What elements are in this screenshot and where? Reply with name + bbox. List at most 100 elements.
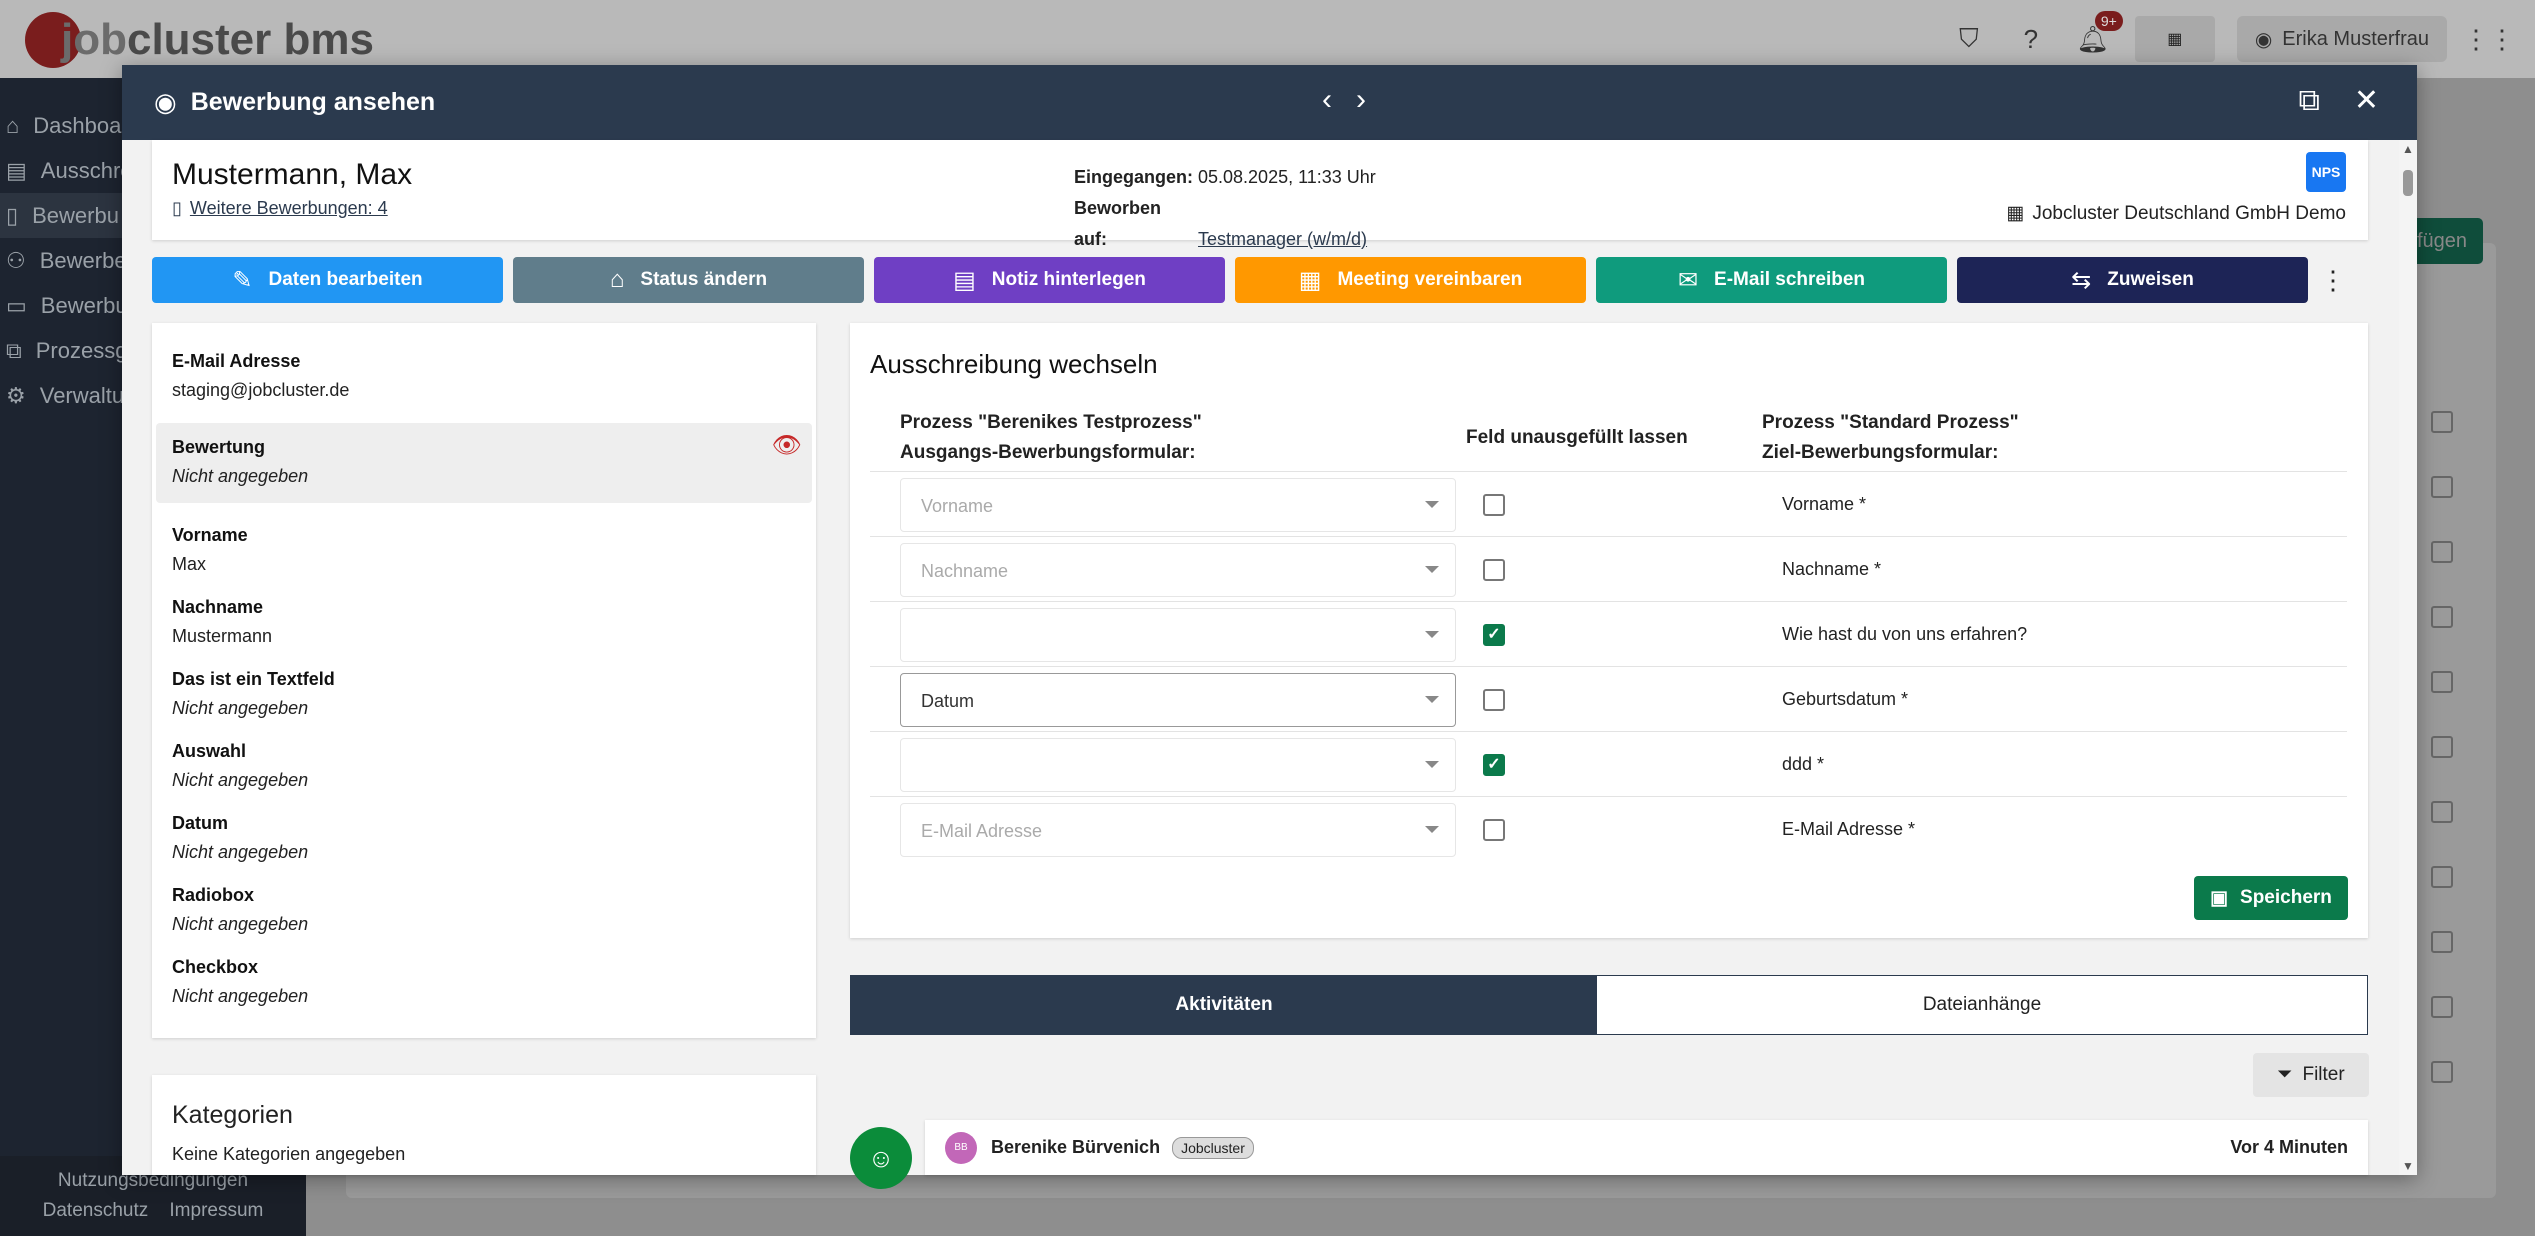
mapping-row: E-Mail Adresse E-Mail Adresse * [870,796,2347,861]
background-checkbox [2431,671,2453,693]
background-checkbox [2431,1061,2453,1083]
hidden-eye-icon[interactable]: 👁︎ [772,431,802,460]
source-field-select[interactable]: E-Mail Adresse [900,803,1456,857]
skip-checkbox[interactable] [1483,494,1505,516]
detail-label: Bewertung [172,437,266,457]
next-icon[interactable]: › [1356,83,1366,117]
detail-radiobox: Radiobox Nicht angegeben [152,885,816,935]
source-field-select[interactable] [900,608,1456,662]
help-icon[interactable]: ? [2011,19,2051,59]
scroll-thumb[interactable] [2403,170,2413,196]
open-external-icon[interactable]: ⧉ [2298,84,2319,118]
assign-button[interactable]: ⇆ Zuweisen [1957,257,2308,303]
more-options-icon[interactable]: ⋮ [2318,265,2348,296]
scroll-up-icon[interactable]: ▲ [2402,142,2414,156]
skip-checkbox-checked[interactable]: ✓ [1483,624,1505,646]
building-icon: ▦ [2006,203,2025,224]
application-icon: ▯ [6,202,19,228]
user-icon: ◉ [2254,28,2273,51]
detail-selection: Auswahl Nicht angegeben [152,741,816,791]
filter-icon: ⏷ [2277,1064,2293,1085]
source-field-select[interactable]: Datum [900,673,1456,727]
detail-value: Nicht angegeben [172,770,309,790]
detail-value: Nicht angegeben [172,466,309,486]
save-button[interactable]: ▣ Speichern [2194,876,2348,920]
select-value: Vorname [921,496,994,516]
calendar-icon: ▦ [1298,266,1322,294]
write-email-button[interactable]: ✉ E-Mail schreiben [1596,257,1947,303]
detail-label: Radiobox [172,885,255,905]
source-field-select[interactable]: Nachname [900,543,1456,597]
building-icon: ▦ [2167,31,2183,48]
shield-clock-icon[interactable]: ⛉ [1949,19,1989,59]
activity-tag: Jobcluster [1172,1136,1254,1159]
detail-value: Nicht angegeben [172,914,309,934]
applicant-name: Mustermann, Max [172,158,413,191]
applied-job-link[interactable]: Testmanager (w/m/d) [1198,229,1367,249]
source-field-select[interactable]: Vorname [900,478,1456,532]
chevron-down-icon [1425,696,1439,703]
edit-data-button[interactable]: ✎ Daten bearbeiten [152,257,503,303]
user-name: Erika Musterfrau [2282,27,2429,50]
skip-field-header: Feld unausgefüllt lassen [1466,427,1688,448]
modal-scrollbar[interactable]: ▲ ▼ [2399,140,2417,1175]
detail-email: E-Mail Adresse staging@jobcluster.de [152,351,816,401]
skip-checkbox[interactable] [1483,559,1505,581]
sidebar-item-label: Bewerbu [40,292,128,318]
mapping-row: ✓ ddd * [870,731,2347,796]
scroll-down-icon[interactable]: ▼ [2402,1159,2414,1173]
close-icon[interactable]: ✕ [2354,83,2379,118]
previous-icon[interactable]: ‹ [1322,83,1332,117]
source-field-select[interactable] [900,738,1456,792]
skip-checkbox[interactable] [1483,819,1505,841]
pencil-icon: ✎ [232,266,253,294]
building-button[interactable]: ▦ [2134,16,2215,62]
applicant-header: Mustermann, Max ▯ Weitere Bewerbungen: 4 … [152,140,2368,249]
categories-card: Kategorien Keine Kategorien angegeben [152,1075,816,1175]
bell-icon[interactable]: 🔔︎ 9+ [2073,11,2123,59]
button-label: Meeting vereinbaren [1337,269,1523,290]
target-field-label: E-Mail Adresse * [1782,819,1916,839]
detail-lastname: Nachname Mustermann [152,597,816,647]
detail-value: Nicht angegeben [172,986,309,1006]
change-status-button[interactable]: ⌂ Status ändern [513,257,864,303]
privacy-link[interactable]: Datenschutz [43,1200,149,1221]
target-field-label: Nachname * [1782,559,1882,579]
detail-textfield: Das ist ein Textfeld Nicht angegeben [152,669,816,719]
skip-checkbox[interactable] [1483,689,1505,711]
schedule-meeting-button[interactable]: ▦ Meeting vereinbaren [1235,257,1586,303]
background-checkbox [2431,931,2453,953]
received-label: Eingegangen: [1074,167,1194,187]
button-label: Daten bearbeiten [268,269,423,290]
background-checkbox [2431,866,2453,888]
more-applications-link[interactable]: ▯ Weitere Bewerbungen: 4 [172,198,388,219]
detail-value: Max [172,554,207,574]
button-label: E-Mail schreiben [1714,269,1866,290]
assign-icon: ⇆ [2071,266,2092,294]
detail-label: Auswahl [172,741,247,761]
sidebar-item-label: Ausschre [40,157,133,183]
activity-author: Berenike Bürvenich [991,1137,1161,1157]
filter-label: Filter [2302,1064,2345,1085]
received-value: 05.08.2025, 11:33 Uhr [1198,167,1376,187]
detail-label: Das ist ein Textfeld [172,669,335,689]
skip-checkbox-checked[interactable]: ✓ [1483,754,1505,776]
apps-grid-icon[interactable]: ⋮⋮ [2463,19,2515,59]
imprint-link[interactable]: Impressum [169,1200,263,1221]
activity-type-icon: ☺ [850,1127,912,1189]
logo-prefix: job [61,15,127,64]
company-info: ▦ Jobcluster Deutschland GmbH Demo [2006,202,2346,225]
app-logo[interactable]: job cluster bms [25,10,374,70]
add-note-button[interactable]: ▤ Notiz hinterlegen [874,257,1225,303]
document-list-icon: ▤ [6,157,27,183]
detail-rating: 👁︎ Bewertung Nicht angegeben [156,423,812,503]
target-process-header: Prozess "Standard Prozess" [1762,412,2019,433]
button-label: Status ändern [640,269,768,290]
tab-attachments[interactable]: Dateianhänge [1597,976,2367,1034]
filter-button[interactable]: ⏷ Filter [2253,1053,2369,1097]
user-menu[interactable]: ◉ Erika Musterfrau [2236,16,2447,62]
tab-activities[interactable]: Aktivitäten [851,976,1597,1034]
nps-badge[interactable]: NPS [2306,152,2346,192]
activity-item[interactable]: BB Berenike Bürvenich Jobcluster Vor 4 M… [925,1120,2368,1175]
comment-icon: ▤ [953,266,976,294]
